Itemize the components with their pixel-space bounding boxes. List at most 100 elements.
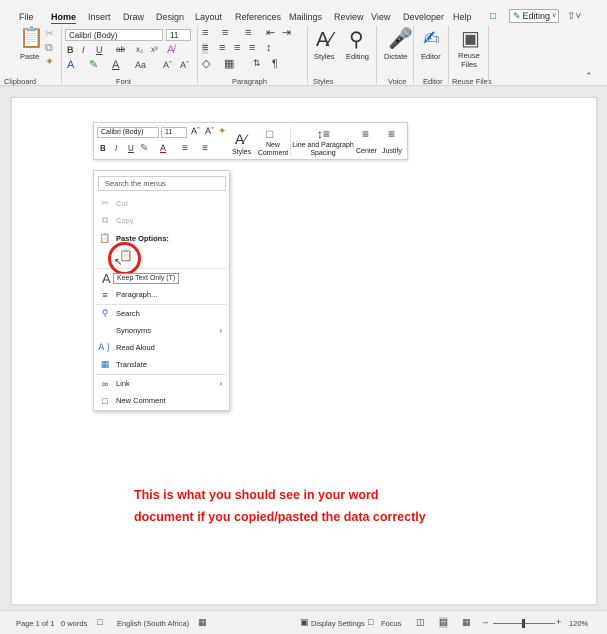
mini-new-comment-label[interactable]: New Comment: [255, 142, 291, 158]
menu-item-copy[interactable]: ⧉ Copy: [94, 212, 229, 229]
shrink-font-icon[interactable]: Aˇ: [205, 127, 214, 136]
numbering-icon[interactable]: ≡: [202, 144, 208, 154]
read-mode-icon[interactable]: ◫: [416, 617, 425, 628]
italic-icon[interactable]: I: [115, 145, 117, 153]
cut-icon[interactable]: ✂: [45, 29, 54, 40]
sort-icon[interactable]: ⇅: [253, 59, 261, 68]
menu-item-paragraph[interactable]: ≡ Paragraph...: [94, 286, 229, 303]
menu-item-search[interactable]: ⚲ Search: [94, 305, 229, 322]
clear-formatting-icon[interactable]: A̸: [167, 45, 174, 56]
reuse-files-button-label[interactable]: Reuse Files: [458, 51, 480, 69]
zoom-in-icon[interactable]: +: [556, 617, 561, 627]
tab-developer[interactable]: Developer: [403, 12, 444, 22]
font-icon[interactable]: A: [102, 271, 111, 286]
font-color-icon[interactable]: A: [112, 60, 119, 71]
align-center-icon[interactable]: ≡: [219, 43, 225, 54]
grow-font-icon[interactable]: Aˆ: [163, 61, 172, 70]
shading-icon[interactable]: ◇: [202, 59, 210, 70]
tab-view[interactable]: View: [371, 12, 390, 22]
tab-mailings[interactable]: Mailings: [289, 12, 322, 22]
tab-design[interactable]: Design: [156, 12, 184, 22]
menu-search-input[interactable]: Search the menus: [98, 176, 226, 191]
subscript-icon[interactable]: x₂: [136, 46, 143, 54]
zoom-out-icon[interactable]: –: [483, 617, 488, 627]
mini-justify-label[interactable]: Justify: [382, 148, 402, 156]
menu-item-synonyms[interactable]: Synonyms ›: [94, 322, 229, 339]
editor-icon[interactable]: ✍: [423, 29, 440, 49]
bullets-icon[interactable]: ≡: [182, 144, 188, 154]
tab-references[interactable]: References: [235, 12, 281, 22]
styles-icon[interactable]: A⁄: [235, 132, 247, 146]
focus-icon[interactable]: □: [368, 617, 373, 627]
collapse-ribbon-icon[interactable]: ⌃: [585, 72, 593, 81]
highlight-icon[interactable]: ✎: [140, 144, 148, 154]
styles-button-label[interactable]: Styles: [314, 52, 334, 61]
decrease-indent-icon[interactable]: ⇤: [266, 28, 275, 39]
format-painter-icon[interactable]: ✦: [45, 57, 54, 68]
justify-icon[interactable]: ≡: [249, 43, 255, 54]
numbering-icon[interactable]: ≡: [222, 28, 228, 39]
line-spacing-icon[interactable]: ↕≡: [317, 128, 330, 140]
accessibility-icon[interactable]: ▦: [198, 617, 207, 628]
word-count[interactable]: 0 words: [61, 619, 87, 628]
highlight-icon[interactable]: ✎: [89, 60, 98, 71]
menu-item-new-comment[interactable]: □ New Comment: [94, 392, 229, 409]
bold-icon[interactable]: B: [67, 46, 74, 55]
format-painter-icon[interactable]: ✦: [218, 127, 226, 137]
proofing-icon[interactable]: □: [97, 617, 102, 627]
font-color-icon[interactable]: A: [160, 144, 166, 153]
menu-item-link[interactable]: ∞ Link ›: [94, 375, 229, 392]
font-name-field[interactable]: Calibri (Body): [65, 29, 163, 41]
focus-button[interactable]: Focus: [381, 619, 401, 628]
display-settings-icon[interactable]: ▣: [300, 617, 309, 628]
italic-icon[interactable]: I: [82, 46, 85, 55]
align-left-icon[interactable]: ≡: [202, 43, 209, 54]
zoom-level[interactable]: 120%: [569, 619, 588, 628]
menu-item-read-aloud[interactable]: A❳ Read Aloud: [94, 339, 229, 356]
microphone-icon[interactable]: 🎤: [388, 29, 413, 49]
zoom-slider-thumb[interactable]: [522, 619, 525, 628]
search-icon[interactable]: ⚲: [349, 30, 364, 50]
mini-font-name-field[interactable]: Calibri (Body): [97, 127, 159, 138]
align-center-icon[interactable]: ≡: [362, 128, 369, 140]
shrink-font-icon[interactable]: Aˇ: [180, 61, 189, 70]
dictate-button-label[interactable]: Dictate: [384, 52, 407, 61]
align-right-icon[interactable]: ≡: [234, 43, 240, 54]
tab-home[interactable]: Home: [51, 12, 76, 22]
reuse-files-icon[interactable]: ▣: [461, 29, 480, 49]
copy-icon[interactable]: ⧉: [45, 43, 53, 54]
justify-icon[interactable]: ≡: [388, 128, 395, 140]
text-effects-icon[interactable]: A: [67, 60, 74, 71]
mini-line-spacing-label[interactable]: Line and Paragraph Spacing: [292, 142, 354, 158]
underline-icon[interactable]: U: [96, 46, 103, 55]
language[interactable]: English (South Africa): [117, 619, 189, 628]
tab-review[interactable]: Review: [334, 12, 364, 22]
tab-help[interactable]: Help: [453, 12, 472, 22]
mini-font-size-field[interactable]: 11: [161, 127, 187, 138]
change-case-icon[interactable]: Aa: [135, 61, 146, 70]
editing-mode-button[interactable]: ✎ Editing ˅: [509, 9, 559, 23]
display-settings-button[interactable]: Display Settings: [311, 619, 365, 628]
strikethrough-icon[interactable]: ab: [116, 46, 125, 54]
underline-icon[interactable]: U: [128, 145, 134, 153]
borders-icon[interactable]: ▦: [224, 59, 234, 70]
editor-button-label[interactable]: Editor: [421, 52, 441, 61]
menu-item-translate[interactable]: ▦ Translate: [94, 356, 229, 373]
bold-icon[interactable]: B: [100, 145, 106, 153]
mini-center-label[interactable]: Center: [356, 148, 377, 156]
tab-layout[interactable]: Layout: [195, 12, 222, 22]
styles-icon[interactable]: A⁄: [316, 30, 333, 50]
print-layout-icon[interactable]: ▤: [439, 617, 448, 628]
superscript-icon[interactable]: x²: [151, 46, 158, 54]
font-size-field[interactable]: 11: [166, 29, 191, 41]
line-spacing-icon[interactable]: ↕: [266, 43, 272, 54]
bullets-icon[interactable]: ≡: [202, 28, 208, 39]
web-layout-icon[interactable]: ▦: [462, 617, 471, 628]
tab-draw[interactable]: Draw: [123, 12, 144, 22]
comments-icon[interactable]: □: [490, 11, 496, 22]
paste-button-label[interactable]: Paste: [20, 52, 39, 61]
mini-styles-label[interactable]: Styles: [232, 149, 251, 157]
multilevel-list-icon[interactable]: ≡: [245, 28, 251, 39]
tab-insert[interactable]: Insert: [88, 12, 111, 22]
share-icon[interactable]: ⇧˅: [567, 11, 581, 22]
